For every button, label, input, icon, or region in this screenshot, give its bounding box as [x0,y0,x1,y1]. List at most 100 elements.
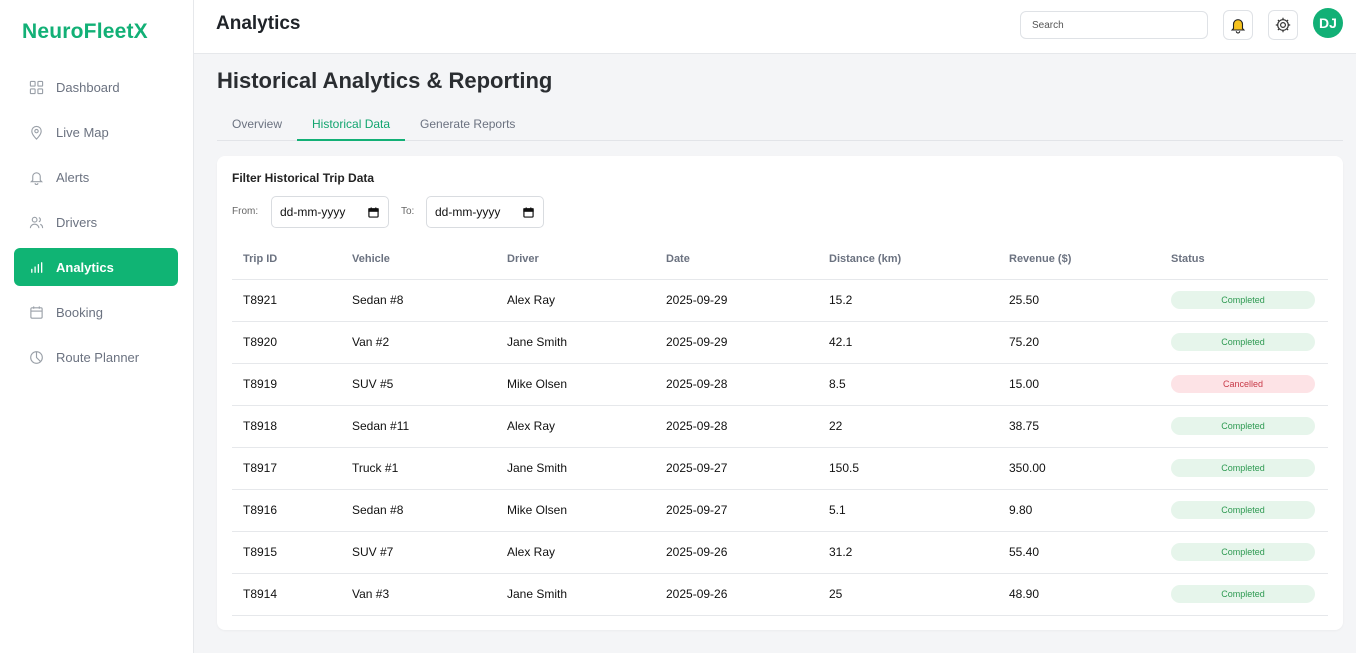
search-input[interactable] [1020,11,1208,39]
sidebar-item-label: Analytics [56,259,114,275]
status-cell: Cancelled [1160,363,1328,406]
table-row[interactable]: T8919 SUV #5 Mike Olsen 2025-09-28 8.5 1… [232,363,1328,406]
table-row[interactable]: T8915 SUV #7 Alex Ray 2025-09-26 31.2 55… [232,531,1328,574]
header-title: Analytics [216,13,301,34]
historical-data-card: Filter Historical Trip Data From: dd-mm-… [217,156,1343,630]
vehicle-cell: SUV #5 [341,363,496,406]
date-cell: 2025-09-29 [655,321,818,364]
column-header[interactable]: Status [1160,240,1328,280]
sidebar-item-live-map[interactable]: Live Map [14,113,178,151]
sidebar-item-label: Alerts [56,169,90,185]
date-cell: 2025-09-27 [655,489,818,532]
status-badge: Completed [1171,417,1315,435]
driver-cell: Jane Smith [496,447,655,490]
date-cell: 2025-09-27 [655,447,818,490]
notifications-button[interactable] [1223,10,1253,40]
top-bar: Analytics DJ [194,0,1356,54]
date-cell: 2025-09-29 [655,279,818,322]
table-row[interactable]: T8916 Sedan #8 Mike Olsen 2025-09-27 5.1… [232,489,1328,532]
to-date-value: dd-mm-yyyy [435,205,501,219]
table-row[interactable]: T8918 Sedan #11 Alex Ray 2025-09-28 22 3… [232,405,1328,448]
column-header[interactable]: Trip ID [232,240,341,280]
tab-bar: Overview Historical Data Generate Report… [217,106,1343,141]
trip-id-cell: T8920 [232,321,341,364]
status-badge: Completed [1171,543,1315,561]
bell-icon [1229,16,1247,34]
trip-id-cell: T8921 [232,279,341,322]
from-date-input[interactable]: dd-mm-yyyy [271,196,389,228]
table-row[interactable]: T8917 Truck #1 Jane Smith 2025-09-27 150… [232,447,1328,490]
brand-logo[interactable]: NeuroFleetX [22,20,148,44]
vehicle-cell: Van #2 [341,321,496,364]
date-cell: 2025-09-28 [655,405,818,448]
calendar-icon [368,206,379,218]
vehicle-cell: Truck #1 [341,447,496,490]
column-header[interactable]: Vehicle [341,240,496,280]
to-date-input[interactable]: dd-mm-yyyy [426,196,544,228]
sidebar-item-drivers[interactable]: Drivers [14,203,178,241]
pie-chart-icon [29,350,44,365]
tab-historical-data[interactable]: Historical Data [297,106,406,141]
sidebar-item-route-planner[interactable]: Route Planner [14,338,178,376]
sidebar-item-label: Route Planner [56,349,140,365]
table-row[interactable]: T8914 Van #3 Jane Smith 2025-09-26 25 48… [232,573,1328,616]
driver-cell: Alex Ray [496,405,655,448]
vehicle-cell: SUV #7 [341,531,496,574]
tab-generate-reports[interactable]: Generate Reports [405,106,530,141]
distance-cell: 150.5 [818,447,998,490]
column-header[interactable]: Distance (km) [818,240,998,280]
sidebar-item-label: Dashboard [56,79,120,95]
trip-id-cell: T8914 [232,573,341,616]
status-cell: Completed [1160,321,1328,364]
table-row[interactable]: T8921 Sedan #8 Alex Ray 2025-09-29 15.2 … [232,279,1328,322]
distance-cell: 22 [818,405,998,448]
sidebar-item-booking[interactable]: Booking [14,293,178,331]
status-badge: Completed [1171,501,1315,519]
from-date-value: dd-mm-yyyy [280,205,346,219]
distance-cell: 25 [818,573,998,616]
column-header[interactable]: Revenue ($) [998,240,1160,280]
date-cell: 2025-09-26 [655,573,818,616]
trip-id-cell: T8917 [232,447,341,490]
status-badge: Completed [1171,291,1315,309]
bell-icon [29,170,44,185]
column-header[interactable]: Date [655,240,818,280]
status-cell: Completed [1160,447,1328,490]
revenue-cell: 48.90 [998,573,1160,616]
page-title: Historical Analytics & Reporting [217,68,553,93]
status-cell: Completed [1160,279,1328,322]
from-label: From: [232,206,259,217]
trip-id-cell: T8916 [232,489,341,532]
trip-table: Trip ID Vehicle Driver Date Distance (km… [232,240,1328,616]
vehicle-cell: Van #3 [341,573,496,616]
status-cell: Completed [1160,573,1328,616]
driver-cell: Mike Olsen [496,489,655,532]
settings-button[interactable] [1268,10,1298,40]
date-cell: 2025-09-26 [655,531,818,574]
sidebar-item-dashboard[interactable]: Dashboard [14,68,178,106]
date-cell: 2025-09-28 [655,363,818,406]
table-row[interactable]: T8920 Van #2 Jane Smith 2025-09-29 42.1 … [232,321,1328,364]
trip-id-cell: T8918 [232,405,341,448]
tab-overview[interactable]: Overview [217,106,297,141]
grid-icon [29,80,44,95]
revenue-cell: 55.40 [998,531,1160,574]
gear-icon [1274,16,1292,34]
revenue-cell: 25.50 [998,279,1160,322]
driver-cell: Alex Ray [496,279,655,322]
status-badge: Cancelled [1171,375,1315,393]
distance-cell: 5.1 [818,489,998,532]
bar-chart-icon [29,260,44,275]
status-cell: Completed [1160,489,1328,532]
sidebar: NeuroFleetX Dashboard Live Map Alerts Dr… [0,0,194,653]
avatar[interactable]: DJ [1313,8,1343,38]
driver-cell: Alex Ray [496,531,655,574]
sidebar-item-alerts[interactable]: Alerts [14,158,178,196]
filter-title: Filter Historical Trip Data [232,171,375,185]
sidebar-item-analytics[interactable]: Analytics [14,248,178,286]
revenue-cell: 15.00 [998,363,1160,406]
column-header[interactable]: Driver [496,240,655,280]
driver-cell: Jane Smith [496,321,655,364]
calendar-icon [29,305,44,320]
status-badge: Completed [1171,459,1315,477]
